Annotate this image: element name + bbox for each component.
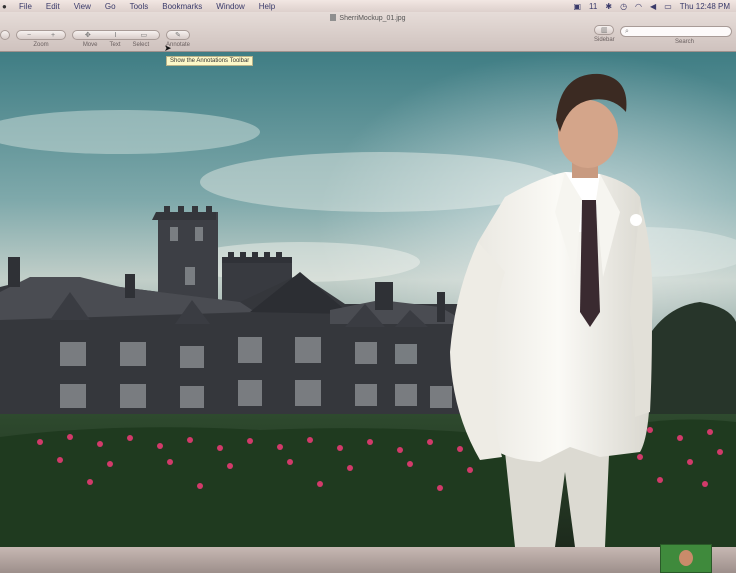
dock-thumbnail[interactable] (660, 544, 712, 573)
zoom-in-icon[interactable]: + (51, 32, 55, 39)
text-label: Text (109, 42, 121, 48)
menu-bar: ● File Edit View Go Tools Bookmarks Wind… (0, 0, 736, 12)
pencil-icon: ✎ (175, 32, 181, 39)
menu-bookmarks[interactable]: Bookmarks (155, 2, 209, 11)
wifi-icon[interactable]: ◠ (635, 2, 642, 11)
sidebar-label: Sidebar (594, 37, 615, 43)
sidebar-icon: ▥ (601, 27, 608, 34)
move-tool-icon[interactable]: ✥ (85, 31, 91, 39)
menu-edit[interactable]: Edit (39, 2, 67, 11)
zoom-out-icon[interactable]: − (27, 32, 31, 39)
window-toolbar: SherriMockup_01.jpg − + Zoom ✥ I ▭ Move … (0, 12, 736, 52)
menu-go[interactable]: Go (98, 2, 123, 11)
display-icon[interactable]: ▣ (573, 2, 581, 11)
zoom-control[interactable]: − + (16, 30, 66, 40)
status-area: ▣ 11 ✱ ◷ ◠ ◀ ▭ Thu 12:48 PM (573, 2, 736, 11)
mouse-cursor-icon: ➤ (164, 43, 172, 53)
zoom-label: Zoom (33, 42, 49, 48)
text-tool-icon[interactable]: I (115, 32, 117, 39)
thumbnail-face (679, 550, 693, 566)
select-tool-icon[interactable]: ▭ (140, 31, 147, 39)
menu-tools[interactable]: Tools (123, 2, 156, 11)
zoom-group: − + Zoom (16, 30, 66, 48)
image-canvas[interactable] (0, 52, 736, 547)
menu-file[interactable]: File (12, 2, 39, 11)
search-icon: ⌕ (625, 28, 629, 35)
tool-group: ✥ I ▭ Move Text Select (72, 30, 160, 48)
time-machine-icon[interactable]: ◷ (620, 2, 627, 11)
sidebar-group: ▥ Sidebar (594, 25, 615, 43)
apple-icon[interactable]: ● (2, 2, 12, 11)
volume-icon[interactable]: ◀ (650, 2, 656, 11)
battery-icon[interactable]: ▭ (664, 2, 672, 11)
tooltip: Show the Annotations Toolbar (166, 56, 254, 66)
previous-button[interactable] (0, 30, 10, 40)
menu-window[interactable]: Window (209, 2, 251, 11)
select-label: Select (132, 42, 150, 48)
window-title: SherriMockup_01.jpg (0, 14, 736, 22)
sidebar-button[interactable]: ▥ (594, 25, 615, 35)
bluetooth-icon[interactable]: ✱ (605, 2, 612, 11)
file-icon (330, 14, 337, 21)
tool-labels: Move Text Select (83, 40, 149, 48)
annotate-button[interactable]: ✎ (166, 30, 191, 40)
search-label: Search (674, 39, 694, 45)
menu-view[interactable]: View (67, 2, 98, 11)
photo (0, 52, 736, 547)
clock[interactable]: Thu 12:48 PM (680, 2, 730, 11)
tool-segmented-control: ✥ I ▭ (72, 30, 160, 40)
search-input[interactable]: ⌕ (620, 26, 732, 37)
window-title-text: SherriMockup_01.jpg (339, 15, 406, 22)
menu-help[interactable]: Help (252, 2, 282, 11)
status-number: 11 (589, 1, 598, 11)
previous-next-group (0, 30, 10, 40)
dock-strip (0, 547, 736, 573)
move-label: Move (82, 42, 98, 48)
